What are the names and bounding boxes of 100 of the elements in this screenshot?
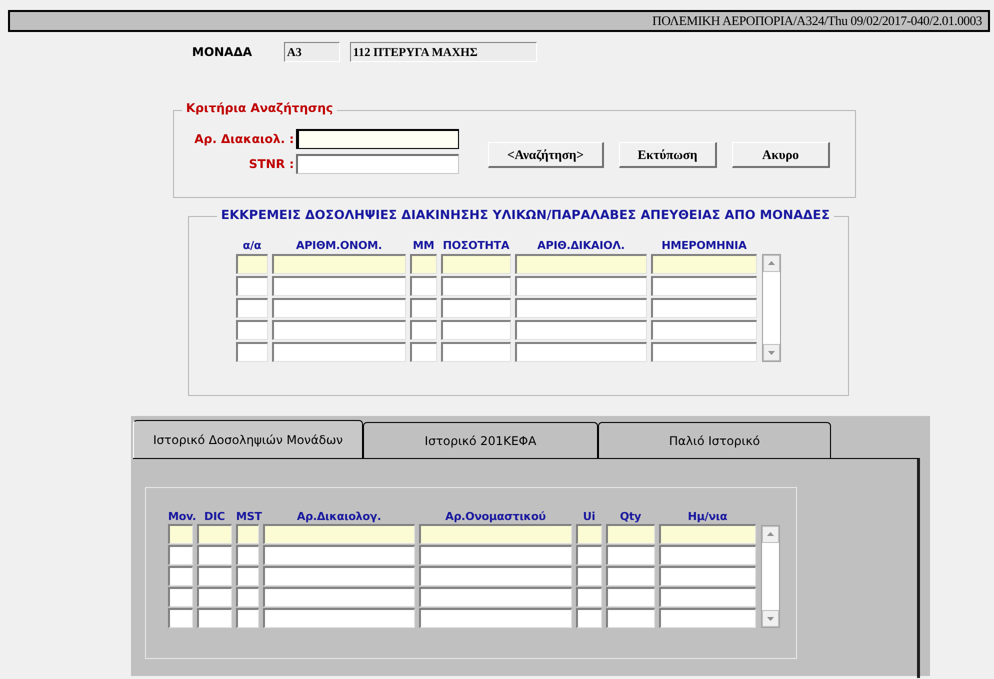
grid-cell[interactable] (441, 254, 511, 274)
grid-cell[interactable] (263, 524, 415, 544)
grid-cell[interactable] (263, 587, 415, 607)
grid-cell[interactable] (168, 566, 193, 586)
field-label: STNR : (248, 156, 294, 173)
grid-cell[interactable] (197, 566, 232, 586)
grid-cell[interactable] (272, 298, 406, 318)
unit-name-field[interactable]: 112 ΠΤΕΡΥΓΑ ΜΑΧΗΣ (350, 42, 537, 62)
grid-cell[interactable] (236, 342, 268, 362)
grid-cell[interactable] (168, 608, 193, 628)
scroll-down-icon[interactable] (762, 610, 779, 627)
grid-cell[interactable] (651, 320, 757, 340)
grid-cell[interactable] (576, 524, 602, 544)
grid-cell[interactable] (236, 545, 259, 565)
grid-cell[interactable] (168, 545, 193, 565)
grid-cell[interactable] (236, 587, 259, 607)
grid-cell[interactable] (419, 608, 572, 628)
grid-cell[interactable] (236, 298, 268, 318)
grid-cell[interactable] (236, 566, 259, 586)
grid-cell[interactable] (410, 342, 437, 362)
print-button[interactable]: Εκτύπωση (619, 142, 717, 168)
scrollbar[interactable] (761, 525, 780, 628)
grid-cell[interactable] (410, 320, 437, 340)
grid-cell[interactable] (236, 254, 268, 274)
column-header: Mov. (168, 510, 193, 523)
grid-cell[interactable] (441, 320, 511, 340)
scroll-up-icon[interactable] (763, 255, 780, 272)
grid-cell[interactable] (168, 587, 193, 607)
grid-cell[interactable] (441, 298, 511, 318)
scrollbar[interactable] (762, 254, 781, 362)
grid-cell[interactable] (606, 587, 655, 607)
grid-cell[interactable] (263, 566, 415, 586)
grid-cell[interactable] (606, 608, 655, 628)
search-button[interactable]: <Αναζήτηση> (488, 142, 604, 168)
grid-cell[interactable] (576, 587, 602, 607)
column-header: Αρ.Ονομαστικού (444, 510, 547, 523)
cancel-button[interactable]: Ακυρο (732, 142, 830, 168)
unit-code-field[interactable]: A3 (284, 42, 340, 62)
grid-cell[interactable] (236, 608, 259, 628)
tab[interactable]: Παλιό Ιστορικό (598, 422, 831, 458)
grid-cell[interactable] (659, 566, 756, 586)
field-label: Αρ. Διακαιολ. : (194, 131, 294, 148)
input-field[interactable] (296, 129, 459, 149)
grid-cell[interactable] (168, 524, 193, 544)
scroll-down-icon[interactable] (763, 344, 780, 361)
column-header: Αρ.Δικαιολογ. (296, 510, 382, 523)
group-title: Κριτήρια Αναζήτησης (182, 101, 337, 115)
column-header: Ημ/νια (686, 510, 728, 523)
grid-cell[interactable] (606, 524, 655, 544)
grid-cell[interactable] (651, 298, 757, 318)
grid-cell[interactable] (419, 545, 572, 565)
grid-cell[interactable] (272, 276, 406, 296)
grid-cell[interactable] (606, 545, 655, 565)
grid-cell[interactable] (263, 545, 415, 565)
grid-cell[interactable] (515, 276, 647, 296)
column-header: ΜΜ (412, 239, 436, 252)
column-header: Qty (618, 510, 642, 523)
grid-cell[interactable] (651, 276, 757, 296)
grid-cell[interactable] (515, 298, 647, 318)
column-header: ΠΟΣΟΤΗΤΑ (442, 239, 510, 252)
grid-cell[interactable] (236, 276, 268, 296)
grid-cell[interactable] (515, 254, 647, 274)
column-header: ΑΡΙΘΜ.ΟΝΟΜ. (295, 239, 383, 252)
grid-cell[interactable] (419, 566, 572, 586)
grid-cell[interactable] (197, 545, 232, 565)
grid-cell[interactable] (419, 524, 572, 544)
scroll-up-icon[interactable] (762, 526, 779, 543)
grid-cell[interactable] (515, 342, 647, 362)
grid-cell[interactable] (659, 587, 756, 607)
grid-cell[interactable] (659, 545, 756, 565)
grid-cell[interactable] (606, 566, 655, 586)
grid-cell[interactable] (576, 566, 602, 586)
grid-cell[interactable] (419, 587, 572, 607)
column-header: DIC (203, 510, 226, 523)
grid-cell[interactable] (659, 524, 756, 544)
grid-cell[interactable] (651, 342, 757, 362)
column-header: α/α (242, 239, 262, 252)
grid-cell[interactable] (441, 276, 511, 296)
grid-cell[interactable] (410, 276, 437, 296)
grid-cell[interactable] (272, 320, 406, 340)
grid-cell[interactable] (576, 545, 602, 565)
grid-cell[interactable] (236, 524, 259, 544)
grid-cell[interactable] (272, 342, 406, 362)
grid-cell[interactable] (236, 320, 268, 340)
tab[interactable]: Ιστορικό Δοσοληψιών Μονάδων (133, 420, 363, 458)
field-label: ΜΟΝΑΔΑ (192, 45, 254, 59)
grid-cell[interactable] (410, 254, 437, 274)
grid-cell[interactable] (651, 254, 757, 274)
grid-cell[interactable] (263, 608, 415, 628)
grid-cell[interactable] (272, 254, 406, 274)
tab[interactable]: Ιστορικό 201ΚΕΦΑ (363, 422, 598, 458)
grid-cell[interactable] (576, 608, 602, 628)
grid-cell[interactable] (197, 608, 232, 628)
grid-cell[interactable] (659, 608, 756, 628)
grid-cell[interactable] (515, 320, 647, 340)
grid-cell[interactable] (441, 342, 511, 362)
grid-cell[interactable] (197, 524, 232, 544)
grid-cell[interactable] (197, 587, 232, 607)
grid-cell[interactable] (410, 298, 437, 318)
input-field[interactable] (296, 154, 459, 174)
